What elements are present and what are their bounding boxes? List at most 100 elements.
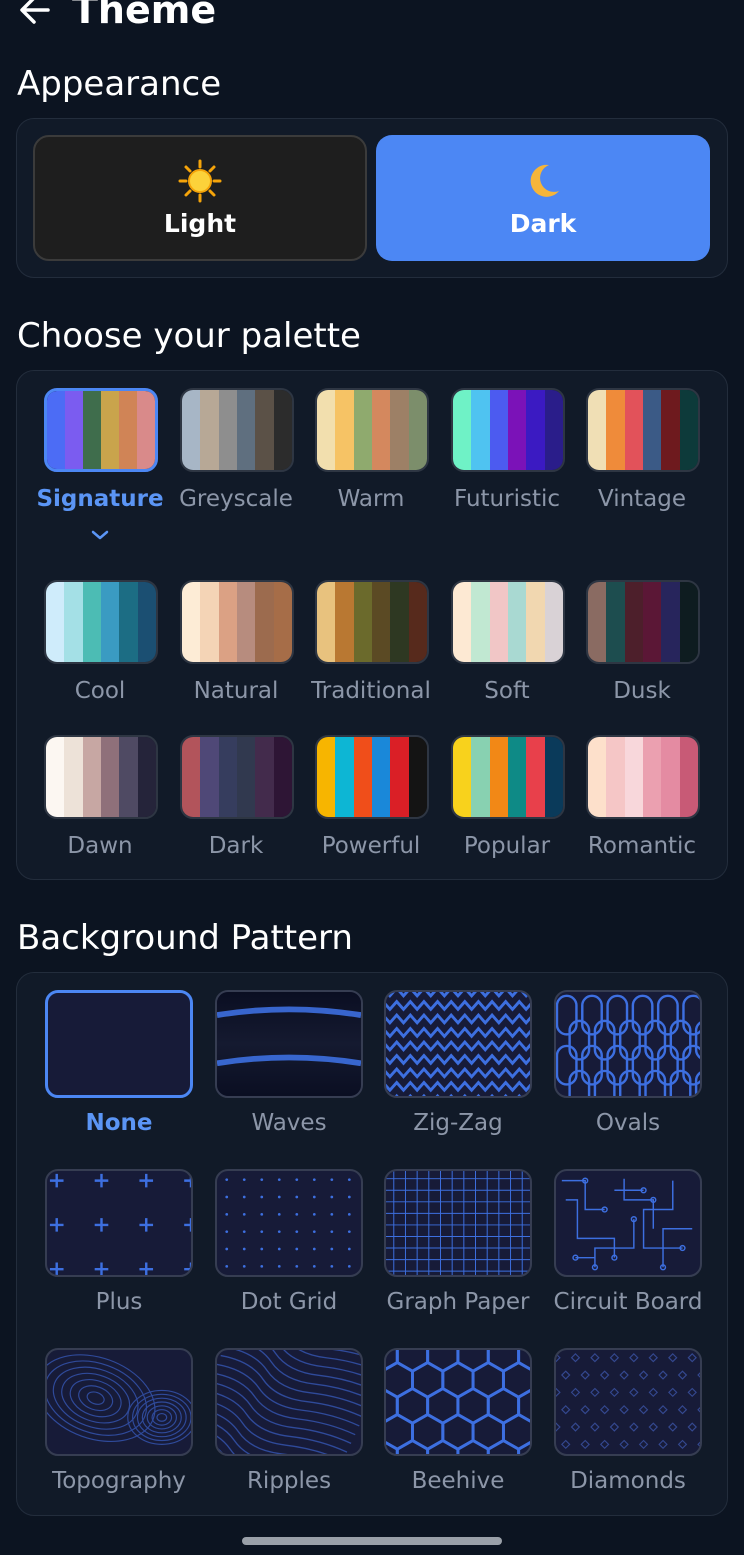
palette-color-stripe <box>137 391 155 469</box>
palette-label: Cool <box>74 678 126 704</box>
palette-color-stripe <box>642 737 662 817</box>
palette-swatch <box>180 735 294 819</box>
palette-label: Natural <box>193 678 279 704</box>
palette-color-stripe <box>82 737 101 817</box>
pattern-option-zig-zag[interactable]: Zig-Zag <box>384 990 554 1150</box>
palette-label: Greyscale <box>179 486 293 512</box>
palette-option-warm[interactable]: Warm <box>303 388 439 558</box>
palette-color-stripe <box>588 737 607 817</box>
palette-color-stripe <box>544 737 563 817</box>
pattern-option-diamonds[interactable]: Diamonds <box>554 1348 724 1508</box>
pattern-label: Beehive <box>411 1468 505 1494</box>
palette-color-stripe <box>390 390 409 470</box>
appearance-card: Light Dark <box>16 118 728 278</box>
palette-color-stripe <box>46 737 65 817</box>
palette-color-stripe <box>255 737 274 817</box>
palette-option-cool[interactable]: Cool <box>32 580 168 750</box>
palette-option-romantic[interactable]: Romantic <box>574 735 710 905</box>
pattern-preview-dot-grid <box>215 1169 363 1277</box>
palette-color-stripe <box>83 391 101 469</box>
palette-color-stripe <box>119 737 138 817</box>
light-mode-label: Light <box>163 208 237 238</box>
palette-color-stripe <box>100 737 120 817</box>
palette-color-stripe <box>642 390 662 470</box>
palette-color-stripe <box>335 390 354 470</box>
palette-option-dawn[interactable]: Dawn <box>32 735 168 905</box>
pattern-option-none[interactable]: None <box>45 990 215 1150</box>
pattern-preview-ripples <box>215 1348 363 1456</box>
palette-label: Powerful <box>321 833 421 859</box>
palette-option-dark[interactable]: Dark <box>168 735 304 905</box>
palette-color-stripe <box>182 737 201 817</box>
palette-color-stripe <box>606 737 625 817</box>
palette-option-signature[interactable]: Signature <box>32 388 168 558</box>
sun-icon <box>178 159 222 203</box>
palette-color-stripe <box>544 582 563 662</box>
palette-color-stripe <box>82 582 101 662</box>
palette-option-dusk[interactable]: Dusk <box>574 580 710 750</box>
pattern-option-topography[interactable]: Topography <box>45 1348 215 1508</box>
appearance-title: Appearance <box>17 64 222 104</box>
palette-color-stripe <box>408 390 427 470</box>
palette-swatch <box>180 388 294 472</box>
home-indicator <box>242 1537 502 1545</box>
palette-swatch <box>451 580 565 664</box>
palette-color-stripe <box>317 390 336 470</box>
palette-color-stripe <box>353 582 372 662</box>
pattern-option-plus[interactable]: Plus <box>45 1169 215 1329</box>
dark-mode-button[interactable]: Dark <box>376 135 710 261</box>
palette-color-stripe <box>507 390 527 470</box>
palette-option-vintage[interactable]: Vintage <box>574 388 710 558</box>
palette-option-traditional[interactable]: Traditional <box>303 580 439 750</box>
palette-option-powerful[interactable]: Powerful <box>303 735 439 905</box>
light-mode-button[interactable]: Light <box>33 135 367 261</box>
palette-option-futuristic[interactable]: Futuristic <box>439 388 575 558</box>
palette-color-stripe <box>606 582 625 662</box>
pattern-label: Zig-Zag <box>413 1110 503 1136</box>
palette-option-greyscale[interactable]: Greyscale <box>168 388 304 558</box>
palette-option-soft[interactable]: Soft <box>439 580 575 750</box>
palette-title: Choose your palette <box>17 316 361 356</box>
palette-swatch <box>315 580 429 664</box>
page-title: Theme <box>72 0 217 32</box>
palette-color-stripe <box>371 737 391 817</box>
palette-color-stripe <box>236 582 256 662</box>
palette-color-stripe <box>101 391 119 469</box>
pattern-option-waves[interactable]: Waves <box>215 990 385 1150</box>
palette-option-popular[interactable]: Popular <box>439 735 575 905</box>
pattern-option-dot-grid[interactable]: Dot Grid <box>215 1169 385 1329</box>
palette-color-stripe <box>526 390 545 470</box>
palette-label: Traditional <box>311 678 431 704</box>
palette-color-stripe <box>65 391 83 469</box>
palette-color-stripe <box>255 390 274 470</box>
palette-color-stripe <box>317 737 336 817</box>
palette-color-stripe <box>489 582 508 662</box>
palette-color-stripe <box>544 390 563 470</box>
pattern-option-graph-paper[interactable]: Graph Paper <box>384 1169 554 1329</box>
palette-swatch <box>315 735 429 819</box>
palette-label: Dusk <box>613 678 671 704</box>
palette-color-stripe <box>642 582 662 662</box>
pattern-option-ovals[interactable]: Ovals <box>554 990 724 1150</box>
palette-color-stripe <box>471 390 490 470</box>
palette-swatch <box>44 735 158 819</box>
pattern-option-circuit-board[interactable]: Circuit Board <box>554 1169 724 1329</box>
pattern-label: Diamonds <box>570 1468 686 1494</box>
pattern-option-beehive[interactable]: Beehive <box>384 1348 554 1508</box>
palette-color-stripe <box>408 582 427 662</box>
palette-color-stripe <box>624 737 643 817</box>
palette-color-stripe <box>624 390 643 470</box>
palette-color-stripe <box>390 582 409 662</box>
pattern-label: Circuit Board <box>553 1289 703 1315</box>
palette-option-natural[interactable]: Natural <box>168 580 304 750</box>
palette-swatch <box>315 388 429 472</box>
back-button[interactable] <box>18 0 58 30</box>
pattern-card: None Waves Zig-Zag Ovals Plus Dot Grid Graph P… <box>16 972 728 1516</box>
pattern-option-ripples[interactable]: Ripples <box>215 1348 385 1508</box>
palette-label: Futuristic <box>453 486 561 512</box>
palette-color-stripe <box>353 390 372 470</box>
palette-color-stripe <box>507 737 527 817</box>
pattern-label: Graph Paper <box>386 1289 530 1315</box>
pattern-preview-graph-paper <box>384 1169 532 1277</box>
palette-color-stripe <box>679 582 698 662</box>
